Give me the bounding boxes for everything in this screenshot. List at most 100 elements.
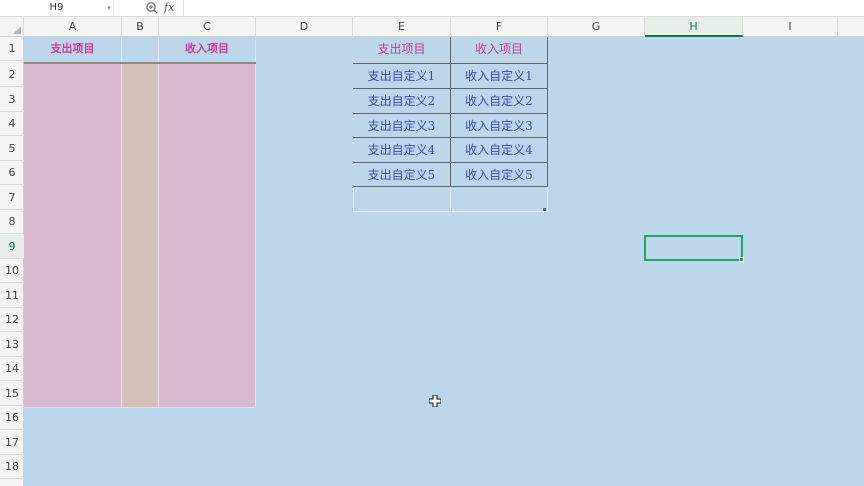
income-cell[interactable] <box>159 64 256 90</box>
row-header[interactable]: 1 <box>0 37 24 61</box>
spacer-cell[interactable] <box>122 383 159 408</box>
selected-cell-h9[interactable] <box>644 235 743 261</box>
expense-cell[interactable] <box>24 383 122 408</box>
expense-items-header-e[interactable]: 支出项目 <box>353 37 451 64</box>
chevron-down-icon[interactable]: ▾ <box>104 0 114 16</box>
expense-cell[interactable] <box>24 89 122 114</box>
spacer-cell[interactable] <box>122 358 159 384</box>
expense-custom-cell[interactable]: 支出自定义3 <box>353 114 451 138</box>
empty-table-cell[interactable] <box>353 187 451 212</box>
income-cell[interactable] <box>159 138 256 163</box>
row-header[interactable]: 12 <box>0 308 24 332</box>
row-header[interactable]: 18 <box>0 455 24 479</box>
fx-label[interactable]: fx <box>164 0 180 16</box>
zoom-icon[interactable] <box>143 0 161 16</box>
income-custom-cell[interactable]: 收入自定义1 <box>451 64 548 89</box>
expense-cell[interactable] <box>24 162 122 188</box>
row-header[interactable]: 11 <box>0 284 24 308</box>
expense-cell[interactable] <box>24 187 122 212</box>
spacer-cell[interactable] <box>122 334 159 359</box>
income-cell[interactable] <box>159 236 256 261</box>
row-header[interactable]: 3 <box>0 88 24 112</box>
income-cell[interactable] <box>159 89 256 114</box>
table-resize-handle[interactable] <box>543 208 546 211</box>
row-header[interactable]: 8 <box>0 210 24 234</box>
fill-handle[interactable] <box>739 257 744 262</box>
income-custom-cell[interactable]: 收入自定义4 <box>451 138 548 163</box>
spacer-cell[interactable] <box>122 260 159 286</box>
spacer-cell[interactable] <box>122 89 159 114</box>
column-header-f[interactable]: F <box>451 17 548 37</box>
spacer-cell[interactable] <box>122 113 159 139</box>
expense-items-header[interactable]: 支出项目 <box>24 37 122 63</box>
income-cell[interactable] <box>159 162 256 188</box>
select-all-button[interactable] <box>0 17 24 37</box>
name-box[interactable]: H9 <box>0 0 114 16</box>
spacer-cell[interactable] <box>122 187 159 212</box>
row-header[interactable]: 16 <box>0 406 24 430</box>
spacer-cell[interactable] <box>122 236 159 261</box>
expense-cell[interactable] <box>24 309 122 335</box>
spacer-cell[interactable] <box>122 64 159 90</box>
income-custom-cell[interactable]: 收入自定义2 <box>451 89 548 114</box>
income-cell[interactable] <box>159 309 256 335</box>
expense-cell[interactable] <box>24 138 122 163</box>
spacer-cell[interactable] <box>122 211 159 237</box>
column-header-g[interactable]: G <box>548 17 645 37</box>
row-header[interactable]: 5 <box>0 137 24 161</box>
income-cell[interactable] <box>159 334 256 359</box>
row-header-active[interactable]: 9 <box>0 235 24 259</box>
expense-custom-cell[interactable]: 支出自定义5 <box>353 163 451 187</box>
income-cell[interactable] <box>159 211 256 237</box>
spacer-header-cell[interactable] <box>122 37 159 63</box>
expense-custom-cell[interactable]: 支出自定义1 <box>353 64 451 89</box>
expense-cell[interactable] <box>24 285 122 310</box>
row-header[interactable]: 4 <box>0 112 24 136</box>
expense-cell[interactable] <box>24 358 122 384</box>
expense-cell[interactable] <box>24 211 122 237</box>
spacer-cell[interactable] <box>122 285 159 310</box>
column-header-a[interactable]: A <box>24 17 122 37</box>
column-header-j[interactable] <box>838 17 864 37</box>
row-header[interactable]: 7 <box>0 186 24 210</box>
empty-table-cell[interactable] <box>451 187 548 212</box>
column-header-d[interactable]: D <box>256 17 353 37</box>
cursor-cross-icon <box>428 392 442 408</box>
expense-custom-cell[interactable]: 支出自定义2 <box>353 89 451 114</box>
row-header[interactable]: 14 <box>0 357 24 381</box>
select-all-icon <box>13 26 21 34</box>
income-cell[interactable] <box>159 113 256 139</box>
income-cell[interactable] <box>159 187 256 212</box>
expense-cell[interactable] <box>24 260 122 286</box>
expense-cell[interactable] <box>24 113 122 139</box>
column-header-i[interactable]: I <box>743 17 838 37</box>
income-cell[interactable] <box>159 260 256 286</box>
row-header[interactable]: 15 <box>0 382 24 406</box>
income-items-header-f[interactable]: 收入项目 <box>451 37 548 64</box>
row-header[interactable]: 13 <box>0 333 24 357</box>
expense-cell[interactable] <box>24 64 122 90</box>
column-header-b[interactable]: B <box>122 17 159 37</box>
expense-cell[interactable] <box>24 334 122 359</box>
column-header-h[interactable]: H <box>645 17 743 37</box>
row-header[interactable]: 2 <box>0 63 24 87</box>
income-cell[interactable] <box>159 358 256 384</box>
expense-custom-cell[interactable]: 支出自定义4 <box>353 138 451 163</box>
income-items-header[interactable]: 收入项目 <box>159 37 256 63</box>
row-header[interactable]: 10 <box>0 259 24 283</box>
spacer-cell[interactable] <box>122 138 159 163</box>
spacer-cell[interactable] <box>122 162 159 188</box>
column-header-e[interactable]: E <box>353 17 451 37</box>
row-header[interactable]: 17 <box>0 431 24 455</box>
income-cell[interactable] <box>159 383 256 408</box>
row-header[interactable]: 6 <box>0 161 24 185</box>
spacer-cell[interactable] <box>122 309 159 335</box>
income-cell[interactable] <box>159 285 256 310</box>
income-custom-cell[interactable]: 收入自定义3 <box>451 114 548 138</box>
column-header-row: A B C D E F G H I <box>0 17 864 37</box>
column-header-c[interactable]: C <box>159 17 256 37</box>
income-custom-cell[interactable]: 收入自定义5 <box>451 163 548 187</box>
row-header-column: 1 2 3 4 5 6 7 8 9 10 11 12 13 14 15 16 1… <box>0 37 24 486</box>
formula-input[interactable] <box>183 0 864 16</box>
expense-cell[interactable] <box>24 236 122 261</box>
